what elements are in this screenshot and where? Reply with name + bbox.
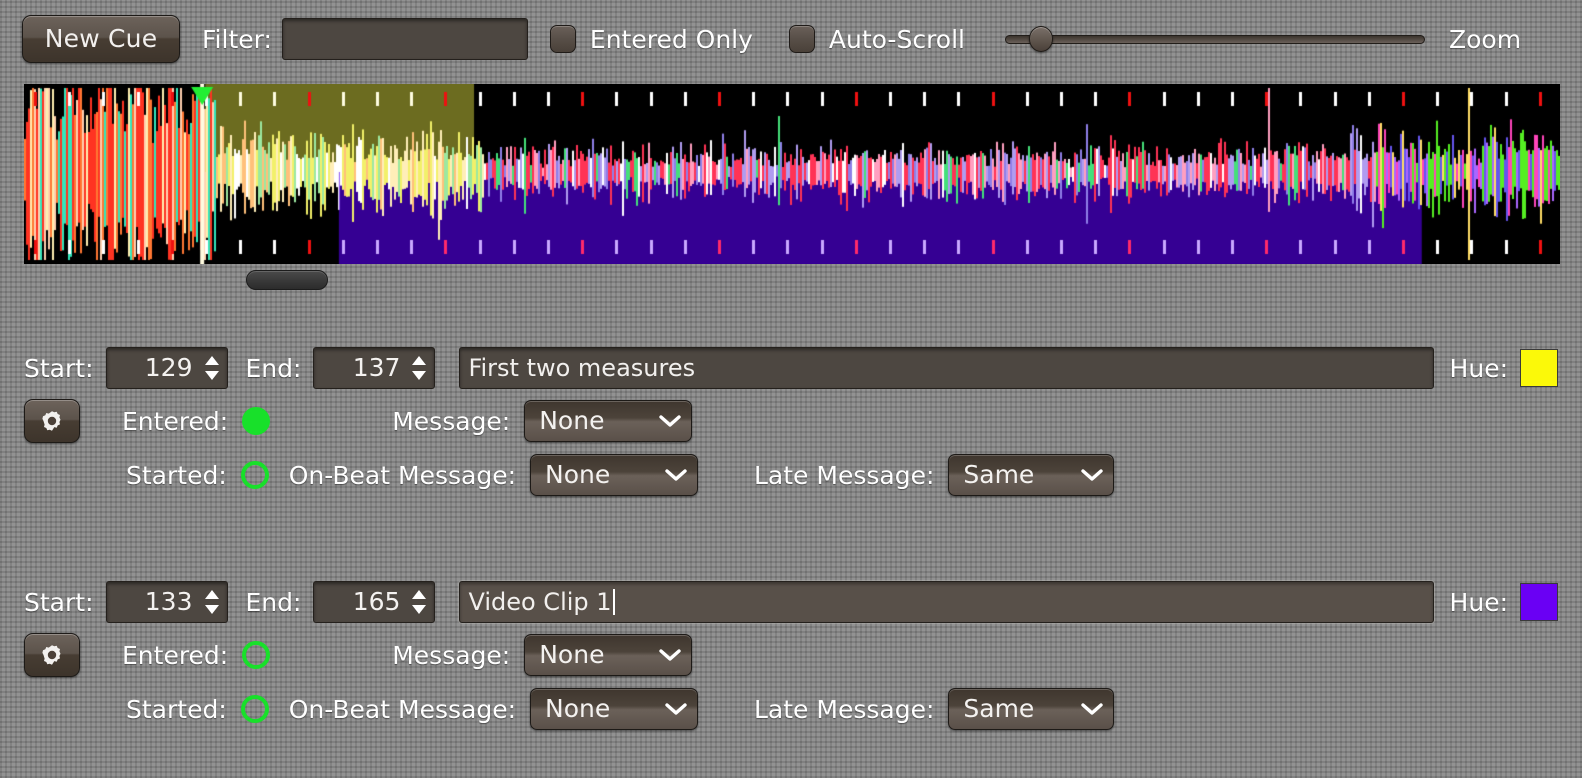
message-label: Message: bbox=[392, 406, 511, 436]
stepper-arrows-icon[interactable] bbox=[202, 587, 222, 617]
message-value: None bbox=[539, 406, 605, 435]
cue-list: Start: 129 End: 137 Hue: bbox=[0, 323, 1582, 778]
start-value: 129 bbox=[144, 353, 193, 382]
chevron-down-icon bbox=[659, 414, 681, 428]
end-value: 165 bbox=[352, 587, 401, 616]
entered-only-checkbox[interactable] bbox=[549, 25, 576, 53]
cue-settings-button[interactable] bbox=[24, 399, 80, 443]
on-beat-message-label: On-Beat Message: bbox=[288, 460, 516, 490]
late-message-value: Same bbox=[963, 694, 1035, 723]
hue-swatch[interactable] bbox=[1520, 583, 1558, 621]
zoom-slider-thumb[interactable] bbox=[1028, 26, 1053, 52]
entered-label: Entered: bbox=[122, 406, 229, 436]
zoom-slider-track bbox=[1004, 35, 1425, 44]
stepper-arrows-icon[interactable] bbox=[202, 353, 222, 383]
end-value: 137 bbox=[352, 353, 401, 382]
chevron-down-icon bbox=[665, 702, 687, 716]
hue-swatch[interactable] bbox=[1520, 349, 1558, 387]
cue-name-value: Video Clip 1 bbox=[468, 588, 612, 616]
message-label: Message: bbox=[392, 640, 511, 670]
waveform-canvas[interactable] bbox=[24, 84, 1560, 264]
started-label: Started: bbox=[126, 460, 227, 490]
cue-settings-button[interactable] bbox=[24, 633, 80, 677]
cue-row: Start: 129 End: 137 Hue: bbox=[0, 345, 1582, 560]
hue-label: Hue: bbox=[1449, 587, 1508, 617]
stepper-arrows-icon[interactable] bbox=[409, 353, 429, 383]
waveform-scrollbar-thumb[interactable] bbox=[246, 270, 328, 290]
zoom-slider[interactable] bbox=[1004, 24, 1425, 54]
late-message-dropdown[interactable]: Same bbox=[948, 454, 1115, 496]
message-value: None bbox=[539, 640, 605, 669]
toolbar: New Cue Filter: Entered Only Auto-Scroll… bbox=[0, 0, 1582, 78]
started-indicator bbox=[240, 695, 269, 723]
stepper-arrows-icon[interactable] bbox=[409, 587, 429, 617]
late-message-label: Late Message: bbox=[754, 460, 935, 490]
text-cursor bbox=[612, 589, 615, 615]
on-beat-message-dropdown[interactable]: None bbox=[530, 454, 698, 496]
end-stepper[interactable]: 137 bbox=[313, 347, 436, 389]
late-message-dropdown[interactable]: Same bbox=[948, 688, 1115, 730]
entered-label: Entered: bbox=[122, 640, 229, 670]
end-label: End: bbox=[245, 587, 302, 617]
start-value: 133 bbox=[144, 587, 193, 616]
cue-row: Start: 133 End: 165 Video Clip 1 Hue: En… bbox=[0, 579, 1582, 778]
started-label: Started: bbox=[126, 694, 227, 724]
late-message-label: Late Message: bbox=[754, 694, 935, 724]
end-stepper[interactable]: 165 bbox=[313, 581, 436, 623]
chevron-down-icon bbox=[1081, 702, 1104, 716]
auto-scroll-checkbox[interactable] bbox=[788, 25, 815, 53]
start-label: Start: bbox=[24, 353, 94, 383]
entered-indicator bbox=[242, 641, 271, 669]
chevron-down-icon bbox=[659, 648, 681, 662]
waveform-display[interactable] bbox=[24, 84, 1560, 264]
waveform-panel bbox=[0, 78, 1582, 323]
gear-icon bbox=[42, 645, 61, 665]
filter-label: Filter: bbox=[202, 24, 272, 54]
start-stepper[interactable]: 133 bbox=[105, 581, 228, 623]
chevron-down-icon bbox=[1081, 468, 1104, 482]
message-dropdown[interactable]: None bbox=[524, 400, 693, 442]
on-beat-message-dropdown[interactable]: None bbox=[530, 688, 698, 730]
late-message-value: Same bbox=[963, 460, 1035, 489]
gear-icon bbox=[42, 411, 61, 431]
started-indicator bbox=[240, 461, 269, 489]
entered-indicator bbox=[242, 407, 271, 435]
on-beat-message-label: On-Beat Message: bbox=[288, 694, 516, 724]
end-label: End: bbox=[245, 353, 302, 383]
zoom-label: Zoom bbox=[1448, 24, 1522, 54]
hue-label: Hue: bbox=[1449, 353, 1508, 383]
new-cue-button[interactable]: New Cue bbox=[22, 15, 180, 63]
chevron-down-icon bbox=[665, 468, 687, 482]
message-dropdown[interactable]: None bbox=[524, 634, 693, 676]
entered-only-label: Entered Only bbox=[589, 24, 753, 54]
cue-name-input[interactable]: Video Clip 1 bbox=[459, 581, 1434, 623]
filter-input[interactable] bbox=[281, 18, 528, 60]
on-beat-message-value: None bbox=[545, 460, 611, 489]
start-stepper[interactable]: 129 bbox=[105, 347, 228, 389]
start-label: Start: bbox=[24, 587, 94, 617]
cue-name-input[interactable] bbox=[459, 347, 1434, 389]
auto-scroll-label: Auto-Scroll bbox=[828, 24, 965, 54]
on-beat-message-value: None bbox=[545, 694, 611, 723]
